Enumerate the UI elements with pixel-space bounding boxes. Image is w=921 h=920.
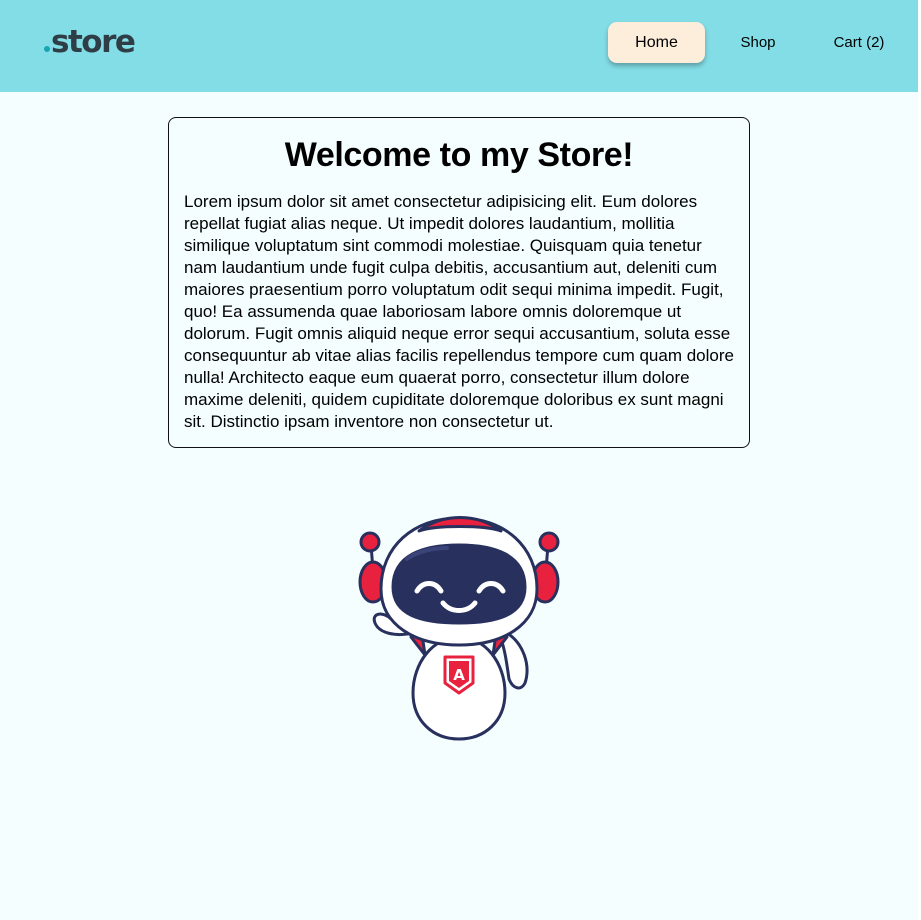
welcome-title: Welcome to my Store! [284,136,634,174]
badge-letter: A [453,666,465,684]
nav-cart-button[interactable]: Cart (2) [822,22,896,63]
nav-shop-button[interactable]: Shop [718,22,798,63]
logo-dot [44,46,50,52]
navbar: store Home Shop Cart (2) [0,0,918,92]
store-logo[interactable]: store [44,24,136,60]
right-antenna-ball [538,531,560,553]
chest-badge: A [443,655,475,695]
logo-text: store [51,24,136,60]
welcome-text: Lorem ipsum dolor sit amet consectetur a… [184,192,734,431]
nav-home-button[interactable]: Home [608,22,705,63]
left-antenna-ball [359,531,381,553]
welcome-card: Welcome to my Store! Lorem ipsum dolor s… [168,117,750,448]
robot-mascot-icon: A [358,516,560,741]
